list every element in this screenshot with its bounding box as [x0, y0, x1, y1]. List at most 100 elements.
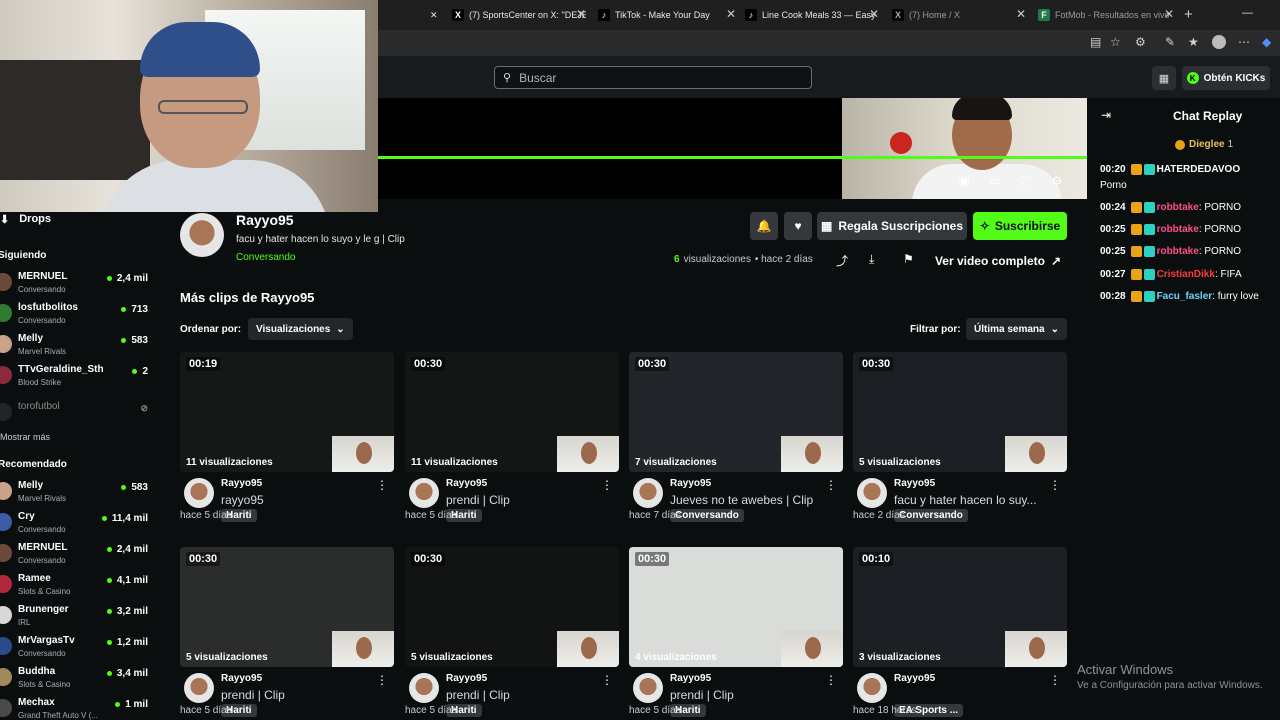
profile-avatar-icon[interactable]: [1212, 35, 1226, 49]
sidebar-item-recommended[interactable]: Melly Marvel Rivals 583: [0, 480, 150, 510]
close-icon[interactable]: ✕: [1164, 7, 1174, 21]
kebab-menu-icon[interactable]: ⋮: [376, 478, 388, 492]
collapse-chat-icon[interactable]: ⇥: [1101, 108, 1111, 122]
clip-thumbnail[interactable]: 00:30 5 visualizaciones: [853, 352, 1067, 472]
more-menu-icon[interactable]: ⋯: [1238, 35, 1250, 49]
subscribe-button[interactable]: ✧ Suscribirse: [973, 212, 1067, 240]
kebab-menu-icon[interactable]: ⋮: [825, 673, 837, 687]
studio-button[interactable]: ▦: [1152, 66, 1176, 90]
close-icon[interactable]: ✕: [1016, 7, 1026, 21]
chat-username[interactable]: Facu_fasler: [1157, 291, 1213, 302]
share-icon[interactable]: ⤴: [836, 252, 848, 269]
sidebar-item-recommended[interactable]: Mechax Grand Theft Auto V (... 1 mil: [0, 697, 150, 720]
extension-icon[interactable]: ⚙: [1135, 35, 1146, 49]
clip-card[interactable]: 00:30 5 visualizaciones Rayyo95 prendi | Cl…: [180, 547, 394, 720]
category-badge[interactable]: Conversando: [670, 509, 744, 522]
kebab-menu-icon[interactable]: ⋮: [601, 673, 613, 687]
sidebar-item-following[interactable]: losfutbolitos Conversando 713: [0, 302, 150, 332]
sidebar-item-recommended[interactable]: Ramee Slots & Casino 4,1 mil: [0, 573, 150, 603]
close-icon[interactable]: ✕: [869, 7, 879, 21]
clip-card[interactable]: 00:30 11 visualizaciones Rayyo95 prendi | C…: [405, 352, 619, 532]
search-input[interactable]: ⚲ Buscar: [494, 66, 812, 89]
browser-tab[interactable]: X (7) SportsCenter on X: "DEJE ✕: [452, 4, 586, 26]
clip-thumbnail[interactable]: 00:10 3 visualizaciones: [853, 547, 1067, 667]
kebab-menu-icon[interactable]: ⋮: [376, 673, 388, 687]
sort-dropdown[interactable]: Visualizaciones ⌄: [248, 318, 353, 340]
clip-user[interactable]: Rayyo95: [894, 673, 935, 684]
pip-icon[interactable]: ▣: [957, 174, 971, 188]
chat-username[interactable]: HATERDEDAVOO: [1157, 164, 1241, 175]
minimize-button[interactable]: —: [1242, 7, 1253, 19]
avatar[interactable]: [184, 478, 214, 508]
sidebar-item-recommended[interactable]: Brunenger IRL 3,2 mil: [0, 604, 150, 634]
kebab-menu-icon[interactable]: ⋮: [601, 478, 613, 492]
browser-tab[interactable]: X (7) Home / X ✕: [892, 4, 1026, 26]
fullscreen-icon[interactable]: ⛶: [1019, 174, 1033, 188]
close-icon[interactable]: ✕: [576, 7, 586, 21]
sidebar-item-recommended[interactable]: MrVargasTv Conversando 1,2 mil: [0, 635, 150, 665]
clip-title[interactable]: rayyo95: [221, 493, 386, 507]
filter-dropdown[interactable]: Última semana ⌄: [966, 318, 1067, 340]
favorites-icon[interactable]: ★: [1188, 35, 1199, 49]
copilot-icon[interactable]: ◆: [1262, 35, 1271, 49]
clip-card[interactable]: 00:19 11 visualizaciones Rayyo95 rayyo95 Har…: [180, 352, 394, 532]
tab-close-icon[interactable]: ✕: [430, 4, 438, 26]
clip-card[interactable]: 00:30 5 visualizaciones Rayyo95 prendi | Cl…: [405, 547, 619, 720]
kebab-menu-icon[interactable]: ⋮: [825, 478, 837, 492]
channel-avatar[interactable]: [180, 213, 224, 257]
sidebar-item-following[interactable]: MERNUEL Conversando 2,4 mil: [0, 271, 150, 301]
avatar[interactable]: [184, 673, 214, 703]
avatar[interactable]: [857, 673, 887, 703]
clip-card[interactable]: 00:30 7 visualizaciones Rayyo95 Jueves no t…: [629, 352, 843, 532]
clip-user[interactable]: Rayyo95: [446, 673, 487, 684]
clip-title[interactable]: prendi | Clip: [221, 688, 386, 702]
chat-username[interactable]: robbtake: [1157, 246, 1199, 257]
settings-icon[interactable]: ⚙: [1050, 174, 1064, 188]
drops-link[interactable]: ⬇ Drops: [0, 212, 51, 226]
avatar[interactable]: [409, 478, 439, 508]
video-progress-bar[interactable]: [378, 156, 1087, 159]
avatar[interactable]: [633, 478, 663, 508]
avatar[interactable]: [857, 478, 887, 508]
video-player[interactable]: ▣ ▭ ⛶ ⚙: [378, 98, 1087, 199]
new-tab-button[interactable]: +: [1184, 6, 1193, 23]
clip-user[interactable]: Rayyo95: [670, 478, 711, 489]
clip-thumbnail[interactable]: 00:30 4 visualizaciones: [629, 547, 843, 667]
theater-mode-icon[interactable]: ▭: [988, 174, 1002, 188]
clip-title[interactable]: prendi | Clip: [446, 688, 611, 702]
notifications-button[interactable]: 🔔: [750, 212, 778, 240]
clip-thumbnail[interactable]: 00:30 5 visualizaciones: [180, 547, 394, 667]
clip-title[interactable]: Jueves no te awebes | Clip: [670, 493, 835, 507]
clip-user[interactable]: Rayyo95: [446, 478, 487, 489]
gift-subs-button[interactable]: ▦ Regala Suscripciones: [817, 212, 967, 240]
clip-card[interactable]: 00:30 5 visualizaciones Rayyo95 facu y hate…: [853, 352, 1067, 532]
chat-username[interactable]: robbtake: [1157, 224, 1199, 235]
clip-user[interactable]: Rayyo95: [894, 478, 935, 489]
sidebar-item-recommended[interactable]: Buddha Slots & Casino 3,4 mil: [0, 666, 150, 696]
sidebar-item-recommended[interactable]: Cry Conversando 11,4 mil: [0, 511, 150, 541]
avatar[interactable]: [409, 673, 439, 703]
follow-button[interactable]: ♥: [784, 212, 812, 240]
sidebar-item-following[interactable]: TTvGeraldine_Sth Blood Strike 2: [0, 364, 150, 394]
show-more-link[interactable]: Mostrar más: [0, 432, 50, 442]
chat-username[interactable]: robbtake: [1157, 202, 1199, 213]
report-icon[interactable]: ⚑: [903, 252, 914, 266]
sidebar-item-recommended[interactable]: MERNUEL Conversando 2,4 mil: [0, 542, 150, 572]
avatar[interactable]: [633, 673, 663, 703]
clip-title[interactable]: facu y hater hacen lo suy...: [894, 493, 1059, 507]
category-badge[interactable]: Conversando: [894, 509, 968, 522]
get-kicks-button[interactable]: K Obtén KICKs: [1182, 66, 1270, 90]
clip-thumbnail[interactable]: 00:30 11 visualizaciones: [405, 352, 619, 472]
browser-tab[interactable]: ♪ TikTok - Make Your Day ✕: [598, 4, 736, 26]
close-icon[interactable]: ✕: [726, 7, 736, 21]
channel-category-link[interactable]: Conversando: [236, 252, 295, 263]
clip-thumbnail[interactable]: 00:30 5 visualizaciones: [405, 547, 619, 667]
browser-tab[interactable]: ♪ Line Cook Meals 33 — Easy ✕: [745, 4, 879, 26]
channel-name[interactable]: Rayyo95: [236, 212, 294, 228]
chat-username[interactable]: CristianDikk: [1157, 269, 1215, 280]
browser-tab[interactable]: F FotMob - Resultados en vivo ✕: [1038, 4, 1174, 26]
kebab-menu-icon[interactable]: ⋮: [1049, 478, 1061, 492]
clip-card[interactable]: 00:30 4 visualizaciones Rayyo95 prendi | Cl…: [629, 547, 843, 720]
clip-title[interactable]: prendi | Clip: [670, 688, 835, 702]
clip-user[interactable]: Rayyo95: [670, 673, 711, 684]
